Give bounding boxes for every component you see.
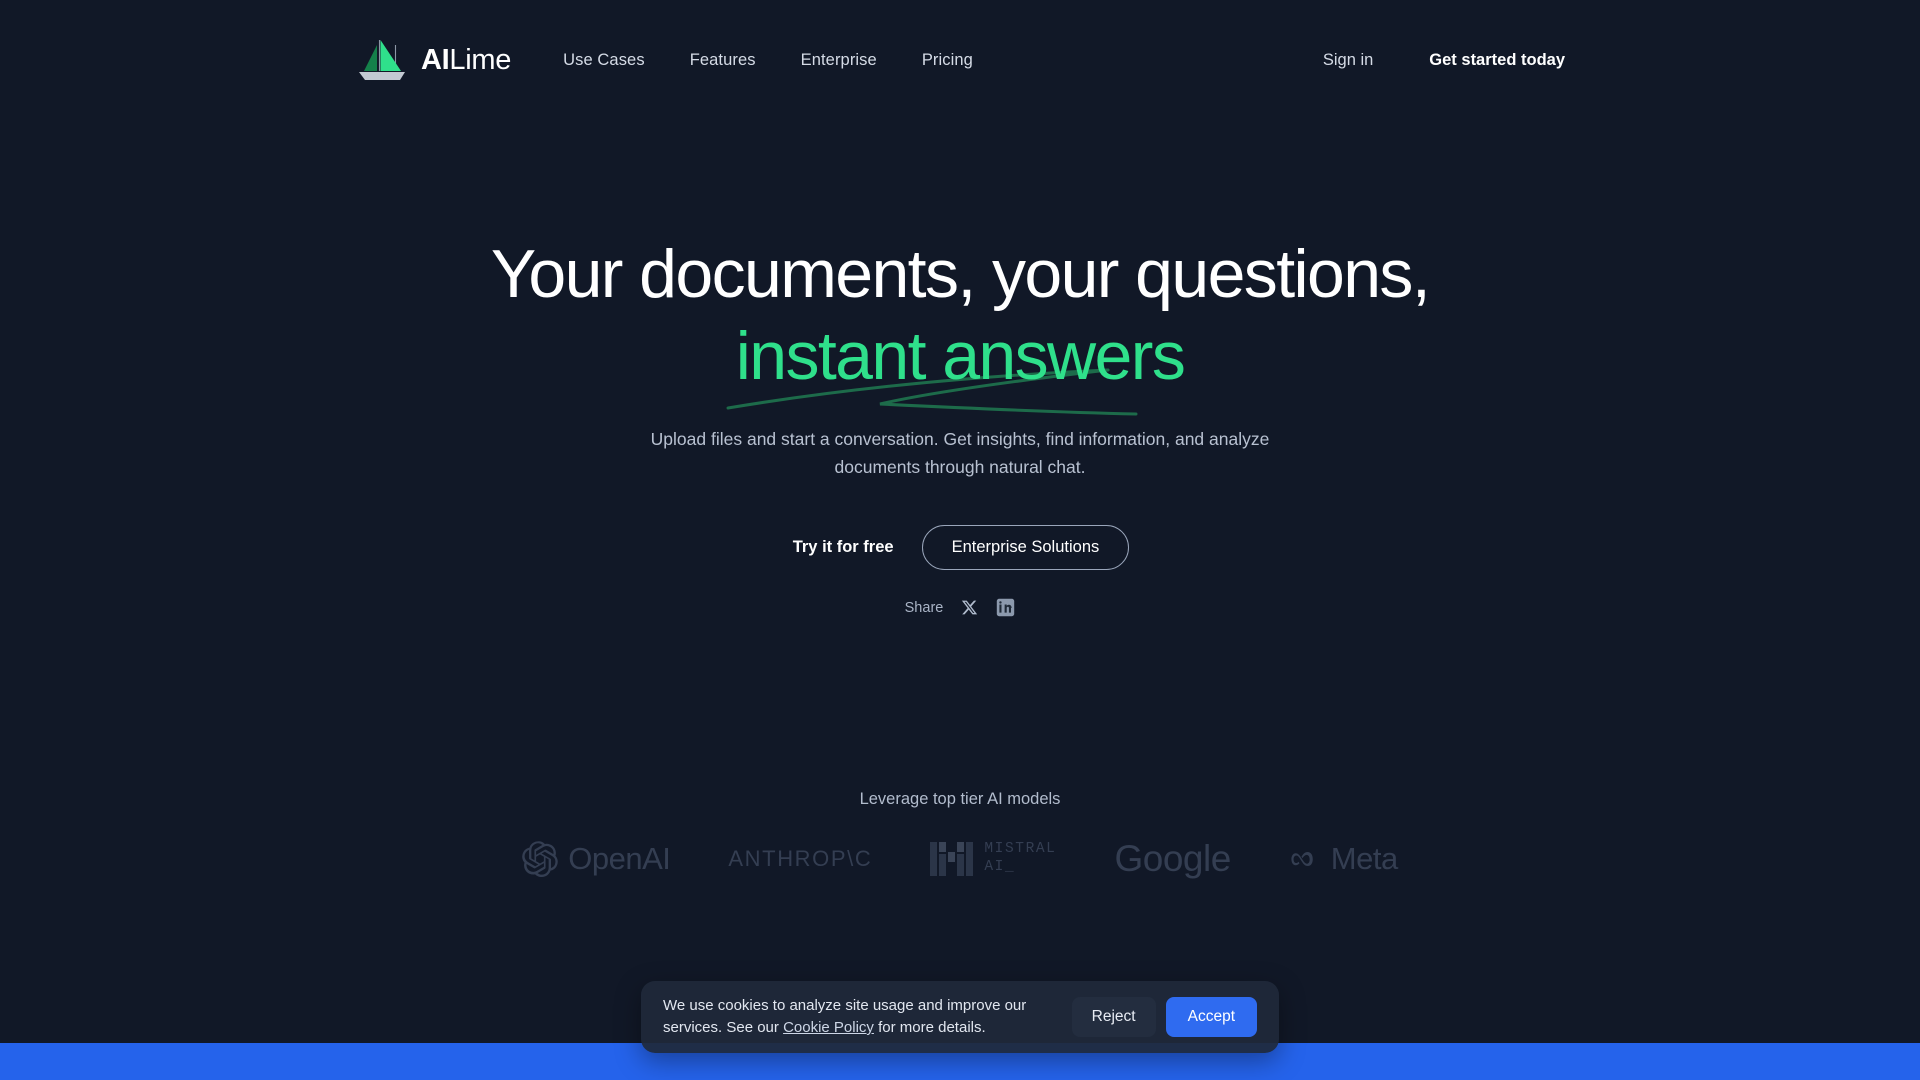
headline-accent-text: instant answers bbox=[735, 318, 1186, 394]
logo-openai: OpenAI bbox=[522, 835, 671, 883]
brand-name-bold: AI bbox=[421, 43, 450, 76]
nav-item-use-cases[interactable]: Use Cases bbox=[563, 51, 645, 70]
cookie-accept-button[interactable]: Accept bbox=[1165, 997, 1257, 1037]
brand-name-light: Lime bbox=[449, 43, 512, 76]
logo-google: Google bbox=[1114, 835, 1231, 883]
meta-infinity-icon bbox=[1291, 851, 1313, 867]
logo-meta: Meta bbox=[1289, 835, 1398, 883]
get-started-button[interactable]: Get started today bbox=[1429, 51, 1565, 70]
ai-models-title: Leverage top tier AI models bbox=[859, 790, 1061, 808]
logo-google-label: Google bbox=[1114, 838, 1231, 879]
logo-mistral: MISTRAL AI_ bbox=[930, 835, 1056, 883]
logo-anthropic-label: ANTHROP\C bbox=[728, 846, 873, 871]
nav-item-pricing[interactable]: Pricing bbox=[922, 51, 973, 70]
logo-mistral-label: MISTRAL AI_ bbox=[984, 841, 1057, 875]
logo-openai-label: OpenAI bbox=[568, 841, 671, 876]
headline-line-2: instant answers bbox=[726, 322, 1186, 416]
enterprise-solutions-button[interactable]: Enterprise Solutions bbox=[921, 525, 1130, 571]
headline-line-1: Your documents, your questions, bbox=[490, 236, 1431, 312]
cookie-policy-link[interactable]: Cookie Policy bbox=[783, 1019, 874, 1036]
brand-name: AILime bbox=[421, 44, 511, 77]
linkedin-icon[interactable] bbox=[996, 598, 1015, 617]
hero-cta-row: Try it for free Enterprise Solutions bbox=[0, 525, 1920, 571]
share-row: Share bbox=[0, 598, 1920, 617]
cookie-text-after: for more details. bbox=[873, 1019, 986, 1036]
ai-models-section: Leverage top tier AI models OpenAI ANTHR… bbox=[0, 790, 1920, 883]
cookie-actions: Reject Accept bbox=[1071, 997, 1257, 1037]
sign-in-link[interactable]: Sign in bbox=[1323, 51, 1373, 70]
sailboat-logo-icon bbox=[359, 40, 405, 80]
logo-anthropic: ANTHROP\C bbox=[728, 835, 872, 883]
cookie-reject-button[interactable]: Reject bbox=[1071, 997, 1156, 1037]
logo-meta-label: Meta bbox=[1330, 841, 1398, 876]
ai-models-logo-row: OpenAI ANTHROP\C MISTRAL AI_ Google Meta bbox=[0, 835, 1920, 883]
openai-icon bbox=[522, 841, 559, 877]
site-header: AILime Use Cases Features Enterprise Pri… bbox=[0, 0, 1920, 120]
cookie-consent-text: We use cookies to analyze site usage and… bbox=[663, 995, 1072, 1040]
try-it-for-free-button[interactable]: Try it for free bbox=[791, 532, 896, 563]
cookie-consent-banner: We use cookies to analyze site usage and… bbox=[641, 981, 1279, 1053]
main-navigation: Use Cases Features Enterprise Pricing bbox=[563, 51, 973, 70]
mistral-icon bbox=[930, 842, 974, 876]
brand-logo-link[interactable]: AILime bbox=[355, 37, 511, 83]
x-twitter-icon[interactable] bbox=[961, 599, 978, 616]
nav-item-enterprise[interactable]: Enterprise bbox=[801, 51, 877, 70]
header-actions: Sign in Get started today bbox=[1323, 51, 1565, 70]
hero-subtitle: Upload files and start a conversation. G… bbox=[650, 429, 1270, 477]
nav-item-features[interactable]: Features bbox=[690, 51, 756, 70]
page-title: Your documents, your questions, instant … bbox=[0, 236, 1920, 416]
share-label: Share bbox=[904, 599, 944, 616]
